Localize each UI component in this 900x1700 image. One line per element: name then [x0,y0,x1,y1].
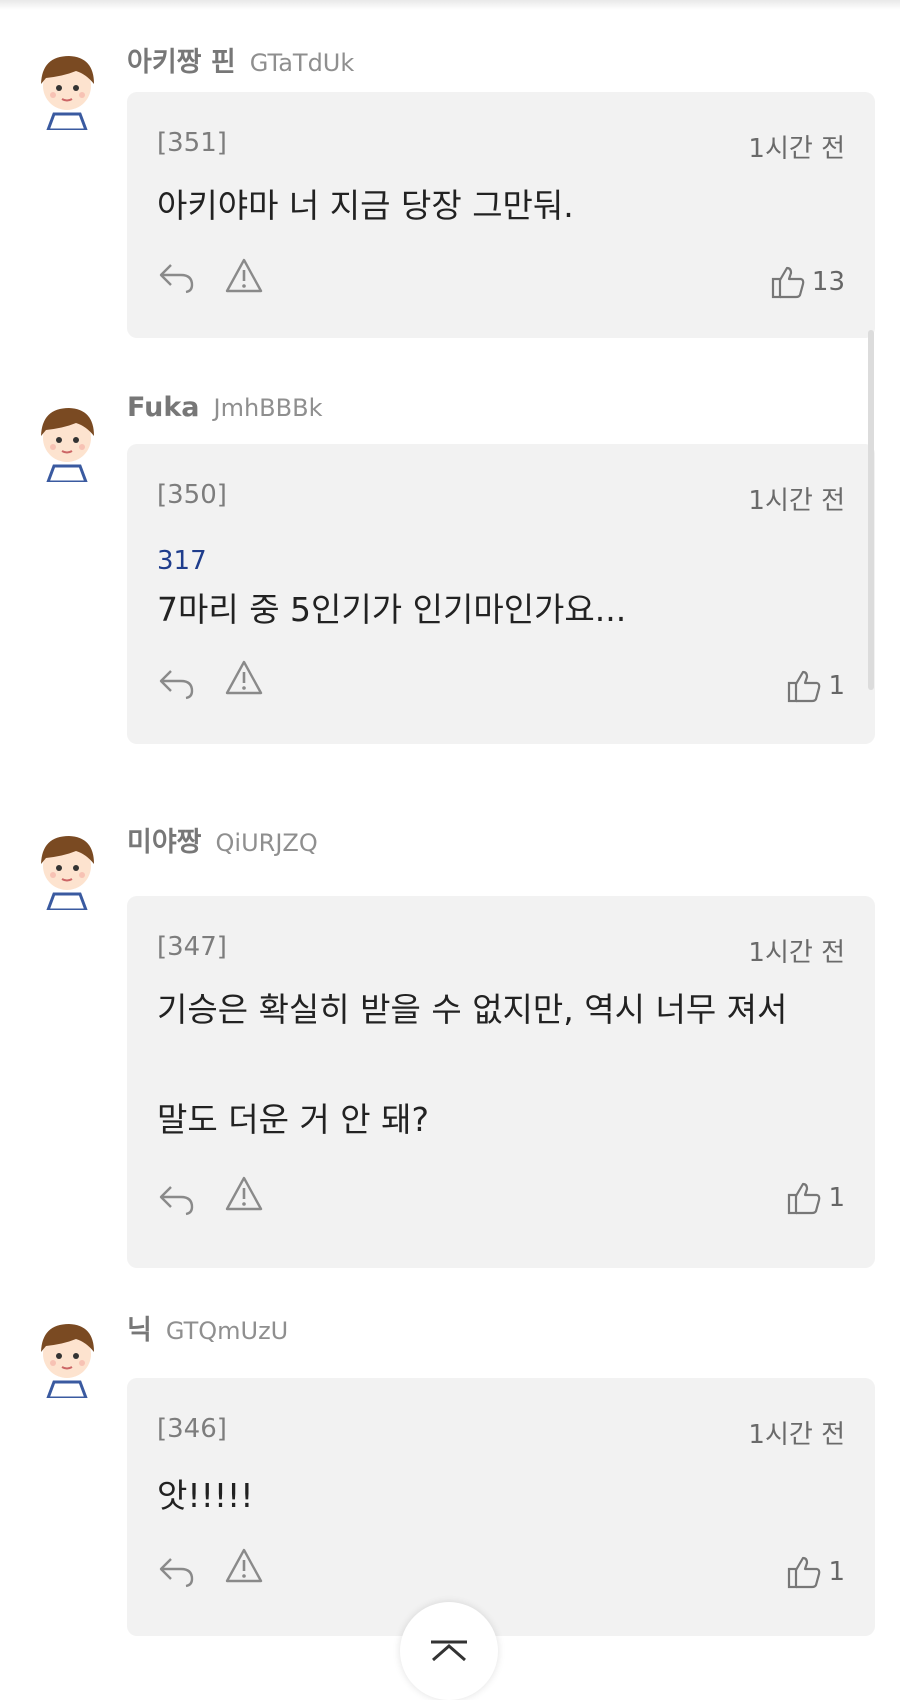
like-button[interactable]: 1 [786,668,845,704]
user-id: QiURJZQ [215,829,318,857]
like-count: 13 [811,267,845,297]
like-button[interactable]: 1 [786,1180,845,1216]
comment-card: [350] 1시간 전 317 7마리 중 5인기가 인기마인가요... 1 [127,444,875,744]
user-id: GTQmUzU [165,1317,289,1345]
like-count: 1 [828,671,845,701]
comment-card: [346] 1시간 전 앗!!!!! 1 [127,1378,875,1636]
comment-number: [350] [157,480,227,510]
nickname[interactable]: 아키짱 핀 [127,40,236,79]
thumbs-up-icon [771,266,805,299]
comment-body: 아키야마 너 지금 당장 그만둬. [157,178,845,233]
thumbs-up-icon [788,670,821,703]
user-id: GTaTdUk [249,49,355,77]
nickname[interactable]: Fuka [127,392,200,423]
comment-text-line: 아키야마 너 지금 당장 그만둬. [157,186,574,225]
comment-header: 아키짱 핀 GTaTdUk [127,40,354,80]
reply-arrow-icon[interactable] [157,256,197,296]
comment-text-line [157,1037,845,1092]
reply-reference-link[interactable]: 317 [157,546,207,576]
comment-text-line: 기승은 확실히 받을 수 없지만, 역시 너무 져서 [157,990,788,1029]
avatar[interactable] [24,824,110,910]
comment-text-line: 7마리 중 5인기가 인기마인가요... [157,590,627,629]
nickname[interactable]: 미야짱 [127,820,202,859]
reply-arrow-icon[interactable] [157,1178,197,1218]
like-count: 1 [828,1183,845,1213]
comment-header: Fuka JmhBBBk [127,392,322,432]
comment-number: [351] [157,128,227,158]
comment-card: [351] 1시간 전 아키야마 너 지금 당장 그만둬. 13 [127,92,875,338]
like-button[interactable]: 13 [770,264,845,300]
comment-body: 기승은 확실히 받을 수 없지만, 역시 너무 져서 말도 더운 거 안 돼? [157,982,845,1147]
reply-arrow-icon[interactable] [157,1550,197,1590]
like-button[interactable]: 1 [786,1554,845,1590]
scroll-to-top-button[interactable] [400,1602,498,1700]
warning-triangle-icon[interactable] [224,1546,264,1586]
comment-number: [346] [157,1414,227,1444]
like-count: 1 [828,1557,845,1587]
scrollbar[interactable] [868,330,874,690]
comment-number: [347] [157,932,227,962]
comment-time: 1시간 전 [748,1420,845,1450]
comment-time: 1시간 전 [748,134,845,164]
comment-body: 7마리 중 5인기가 인기마인가요... [157,582,845,637]
chevron-up-icon [431,1640,467,1662]
top-shadow [0,0,900,10]
avatar[interactable] [24,396,110,482]
comment-text-line: 앗!!!!! [157,1476,254,1515]
avatar[interactable] [24,44,110,130]
comment-time: 1시간 전 [748,938,845,968]
user-id: JmhBBBk [213,394,323,422]
warning-triangle-icon[interactable] [224,1174,264,1214]
avatar[interactable] [24,1312,110,1398]
comment-time: 1시간 전 [748,486,845,516]
thumbs-up-icon [788,1556,821,1589]
comment-header: 미야짱 QiURJZQ [127,820,318,860]
comment-header: 닉 GTQmUzU [127,1308,288,1348]
comment-text-line: 말도 더운 거 안 돼? [157,1100,429,1139]
nickname[interactable]: 닉 [127,1308,152,1347]
thumbs-up-icon [788,1182,821,1215]
reply-arrow-icon[interactable] [157,662,197,702]
warning-triangle-icon[interactable] [224,256,264,296]
warning-triangle-icon[interactable] [224,658,264,698]
comment-card: [347] 1시간 전 기승은 확실히 받을 수 없지만, 역시 너무 져서 말… [127,896,875,1268]
comment-body: 앗!!!!! [157,1468,845,1523]
